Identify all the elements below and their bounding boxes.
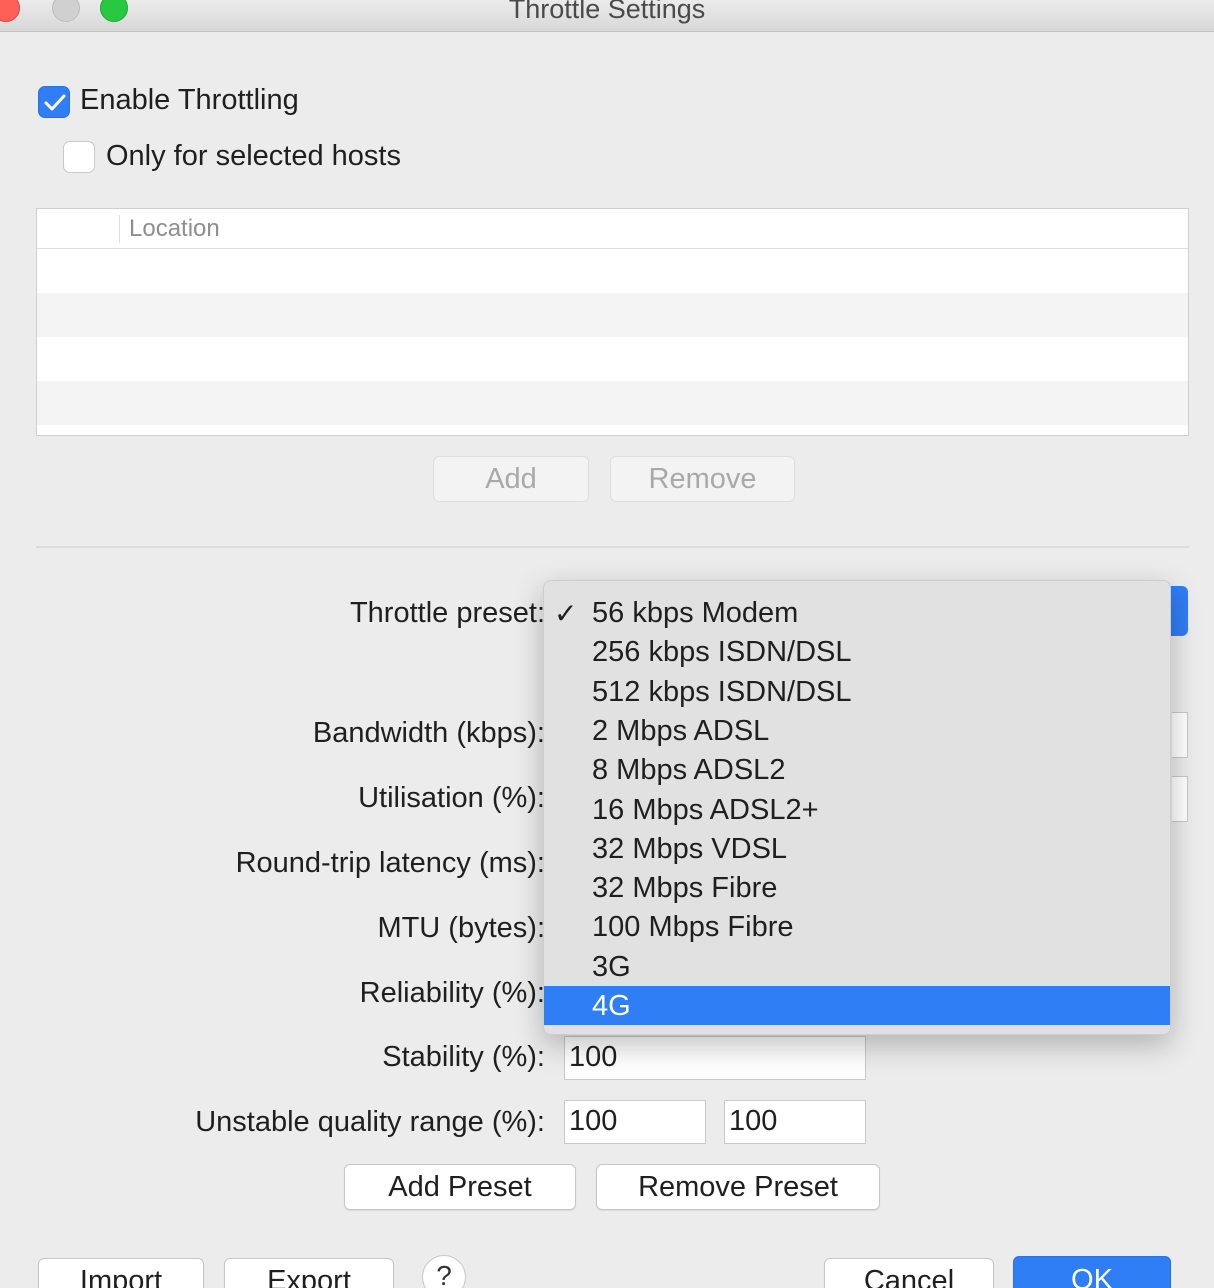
preset-option[interactable]: 4G	[544, 986, 1170, 1025]
remove-host-button[interactable]: Remove	[610, 456, 795, 502]
preset-option-label: 16 Mbps ADSL2+	[592, 793, 819, 826]
add-host-button[interactable]: Add	[433, 456, 589, 502]
preset-option[interactable]: 32 Mbps Fibre	[544, 868, 1170, 907]
preset-option[interactable]: 512 kbps ISDN/DSL	[544, 672, 1170, 711]
ok-button[interactable]: OK	[1013, 1256, 1171, 1288]
preset-option-label: 8 Mbps ADSL2	[592, 754, 786, 787]
preset-option-label: 2 Mbps ADSL	[592, 714, 770, 747]
preset-option-label: 32 Mbps Fibre	[592, 872, 778, 905]
preset-option-label: 32 Mbps VDSL	[592, 832, 788, 865]
preset-option[interactable]: 2 Mbps ADSL	[544, 711, 1170, 750]
utilisation-label: Utilisation (%):	[358, 782, 545, 814]
bandwidth-field[interactable]	[1172, 712, 1188, 758]
add-preset-button[interactable]: Add Preset	[344, 1164, 576, 1210]
table-row[interactable]	[37, 293, 1188, 337]
table-row[interactable]	[37, 249, 1188, 293]
preset-option-label: 100 Mbps Fibre	[592, 911, 794, 944]
enable-throttling-checkbox[interactable]	[38, 86, 70, 118]
utilisation-field[interactable]	[1172, 776, 1188, 822]
preset-option-label: 4G	[592, 990, 631, 1022]
throttle-preset-label: Throttle preset:	[349, 597, 545, 629]
preset-option[interactable]: ✓ 56 kbps Modem	[544, 593, 1170, 632]
unstable-range-max-field[interactable]: 100	[724, 1100, 866, 1144]
hosts-table[interactable]: Location	[36, 208, 1189, 436]
help-button[interactable]: ?	[422, 1255, 466, 1288]
bandwidth-label: Bandwidth (kbps):	[312, 717, 545, 749]
latency-label: Round-trip latency (ms):	[235, 847, 545, 879]
preset-option[interactable]: 3G	[544, 947, 1170, 986]
preset-option-label: 3G	[592, 950, 631, 983]
cancel-button[interactable]: Cancel	[824, 1258, 994, 1288]
column-separator	[119, 215, 120, 243]
preset-option[interactable]: 8 Mbps ADSL2	[544, 750, 1170, 789]
unstable-quality-range-label: Unstable quality range (%):	[195, 1106, 545, 1138]
only-selected-hosts-checkbox[interactable]	[63, 141, 95, 173]
unstable-range-min-field[interactable]: 100	[564, 1100, 706, 1144]
reliability-label: Reliability (%):	[359, 977, 545, 1009]
section-divider	[36, 546, 1189, 548]
table-header: Location	[37, 209, 1188, 249]
checkmark-icon: ✓	[554, 598, 578, 629]
preset-option-label: 512 kbps ISDN/DSL	[592, 675, 852, 708]
table-row[interactable]	[37, 337, 1188, 381]
title-bar: Throttle Settings	[0, 0, 1214, 32]
table-row[interactable]	[37, 381, 1188, 425]
stability-label: Stability (%):	[382, 1041, 545, 1073]
throttle-preset-menu[interactable]: ✓ 56 kbps Modem 256 kbps ISDN/DSL 512 kbps …	[543, 580, 1171, 1035]
checkmark-icon	[44, 94, 66, 111]
preset-option-label: 56 kbps Modem	[592, 597, 799, 629]
mtu-label: MTU (bytes):	[377, 912, 545, 944]
import-button[interactable]: Import	[38, 1258, 204, 1288]
enable-throttling-label[interactable]: Enable Throttling	[80, 84, 299, 117]
remove-preset-button[interactable]: Remove Preset	[596, 1164, 880, 1210]
window-title: Throttle Settings	[508, 0, 706, 24]
preset-option[interactable]: 256 kbps ISDN/DSL	[544, 632, 1170, 671]
only-selected-hosts-label[interactable]: Only for selected hosts	[106, 140, 401, 173]
preset-option[interactable]: 100 Mbps Fibre	[544, 907, 1170, 946]
stability-field[interactable]: 100	[564, 1036, 866, 1080]
export-button[interactable]: Export	[224, 1258, 394, 1288]
preset-option[interactable]: 16 Mbps ADSL2+	[544, 790, 1170, 829]
location-column-header[interactable]: Location	[129, 215, 220, 243]
preset-option[interactable]: 32 Mbps VDSL	[544, 829, 1170, 868]
preset-option-label: 256 kbps ISDN/DSL	[592, 636, 852, 669]
